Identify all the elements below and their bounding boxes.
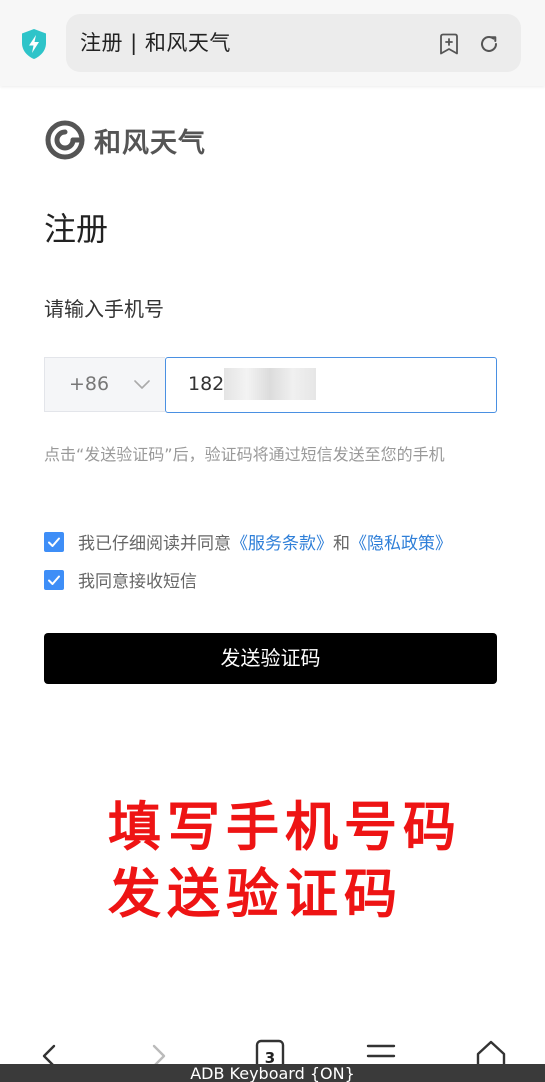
agreement-label: 我已仔细阅读并同意《服务条款》和《隐私政策》 <box>78 529 452 554</box>
browser-toolbar: 注册 | 和风天气 <box>0 0 545 86</box>
agreement-and: 和 <box>333 534 350 554</box>
agreement-row: 我已仔细阅读并同意《服务条款》和《隐私政策》 <box>44 529 452 554</box>
address-bar[interactable]: 注册 | 和风天气 <box>66 14 521 72</box>
phone-number-input[interactable]: 1825 <box>165 357 497 413</box>
country-code-value: +86 <box>69 373 110 395</box>
annotation-line-1: 填写手机号码 <box>108 797 462 858</box>
qweather-logo-icon <box>45 120 85 160</box>
bookmark-add-icon[interactable] <box>437 32 461 56</box>
security-shield-icon[interactable] <box>20 28 48 60</box>
logo-text: 和风天气 <box>94 127 206 159</box>
agreement-checkbox[interactable] <box>44 531 64 552</box>
annotation-line-2: 发送验证码 <box>108 864 403 925</box>
terms-link[interactable]: 《服务条款》 <box>231 534 333 554</box>
refresh-icon[interactable] <box>477 32 501 56</box>
country-code-select[interactable]: +86 <box>44 357 165 412</box>
sms-consent-row: 我同意接收短信 <box>44 567 197 592</box>
redacted-digits <box>224 368 316 400</box>
sms-consent-checkbox[interactable] <box>44 569 64 590</box>
check-icon <box>48 537 60 547</box>
page-title: 注册 <box>44 210 109 248</box>
keyboard-status-bar: ADB Keyboard {ON} <box>0 1064 545 1082</box>
privacy-link[interactable]: 《隐私政策》 <box>350 534 452 554</box>
chevron-down-icon <box>133 376 151 389</box>
phone-prompt: 请输入手机号 <box>44 297 164 321</box>
address-bar-title: 注册 | 和风天气 <box>80 31 231 55</box>
brand-logo: 和风天气 <box>44 120 206 160</box>
sms-hint-text: 点击“发送验证码”后，验证码将通过短信发送至您的手机 <box>44 445 445 464</box>
send-code-button[interactable]: 发送验证码 <box>44 633 497 684</box>
sms-consent-label: 我同意接收短信 <box>78 572 197 592</box>
check-icon <box>48 575 60 585</box>
agreement-prefix: 我已仔细阅读并同意 <box>78 534 231 554</box>
